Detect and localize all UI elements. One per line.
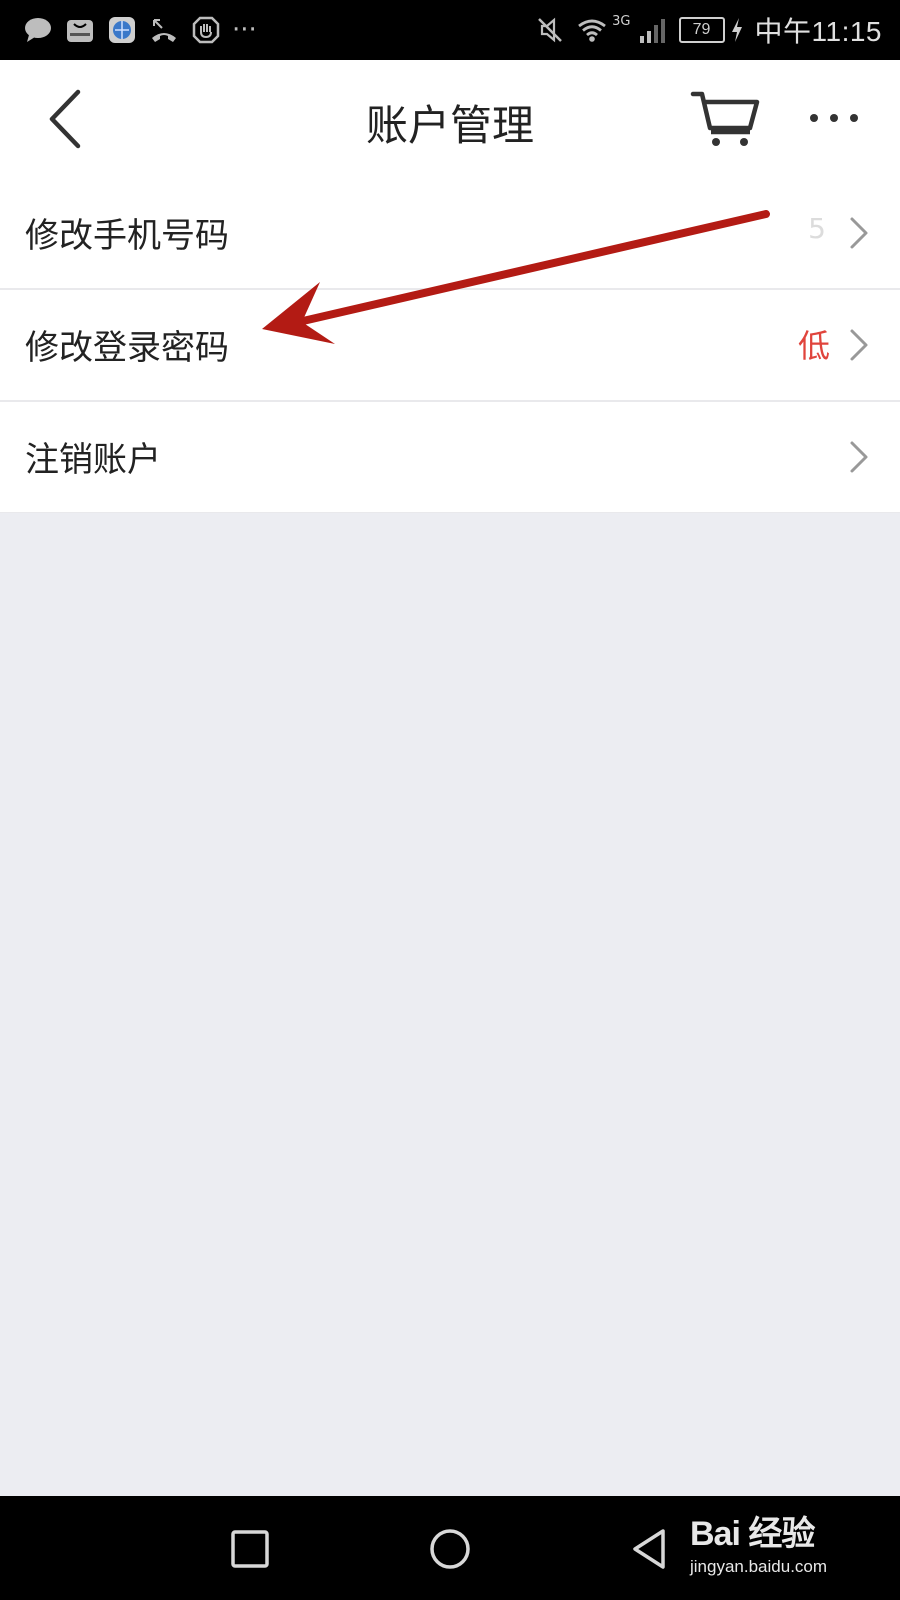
menu-item-cancel-account[interactable]: 注销账户 <box>0 402 900 513</box>
square-icon <box>231 1530 269 1568</box>
missed-call-icon <box>148 14 180 46</box>
notification-icons: ··· <box>22 14 257 46</box>
more-notifications: ··· <box>232 15 257 45</box>
nav-bar: 账户管理 <box>0 60 900 179</box>
system-status: 3G 79 中午11:15 <box>534 12 882 48</box>
system-back-button[interactable] <box>627 1526 673 1572</box>
cart-button[interactable] <box>690 88 760 150</box>
account-menu-list: 修改手机号码 5 修改登录密码 低 注销账户 <box>0 178 900 513</box>
circle-icon <box>430 1529 470 1569</box>
watermark-logo: Bai 经验 <box>690 1515 815 1553</box>
menu-item-change-phone[interactable]: 修改手机号码 5 <box>0 178 900 290</box>
menu-item-value: 5 <box>808 212 826 245</box>
wifi-icon <box>576 14 608 46</box>
watermark-url: jingyan.baidu.com <box>690 1557 828 1576</box>
menu-item-label: 修改登录密码 <box>25 328 229 368</box>
status-bar: ··· 3G 79 中午11:15 <box>0 0 900 60</box>
menu-item-label: 修改手机号码 <box>25 216 229 256</box>
page-title: 账户管理 <box>365 101 534 150</box>
clock: 中午11:15 <box>754 16 882 47</box>
baidu-jingyan-watermark: Bai 经验 jingyan.baidu.com <box>690 1506 827 1577</box>
more-options-button[interactable] <box>806 100 862 136</box>
chevron-right-icon <box>850 441 868 473</box>
battery-indicator: 79 <box>678 17 725 43</box>
huawei-store-icon <box>64 14 96 46</box>
block-icon <box>190 14 222 46</box>
chevron-right-icon <box>850 329 868 361</box>
chevron-right-icon <box>850 217 868 249</box>
more-icon <box>810 114 858 122</box>
menu-item-change-password[interactable]: 修改登录密码 低 <box>0 290 900 402</box>
cart-icon <box>690 91 760 146</box>
password-strength-value: 低 <box>797 327 830 365</box>
network-type-label: 3G <box>612 13 631 29</box>
recent-apps-button[interactable] <box>227 1526 273 1572</box>
signal-icon <box>637 14 669 46</box>
browser-icon <box>106 14 138 46</box>
menu-item-label: 注销账户 <box>25 440 161 480</box>
message-icon <box>22 14 54 46</box>
charging-icon <box>729 14 745 46</box>
mute-icon <box>534 14 566 46</box>
triangle-back-icon <box>633 1529 665 1569</box>
home-button[interactable] <box>427 1526 473 1572</box>
